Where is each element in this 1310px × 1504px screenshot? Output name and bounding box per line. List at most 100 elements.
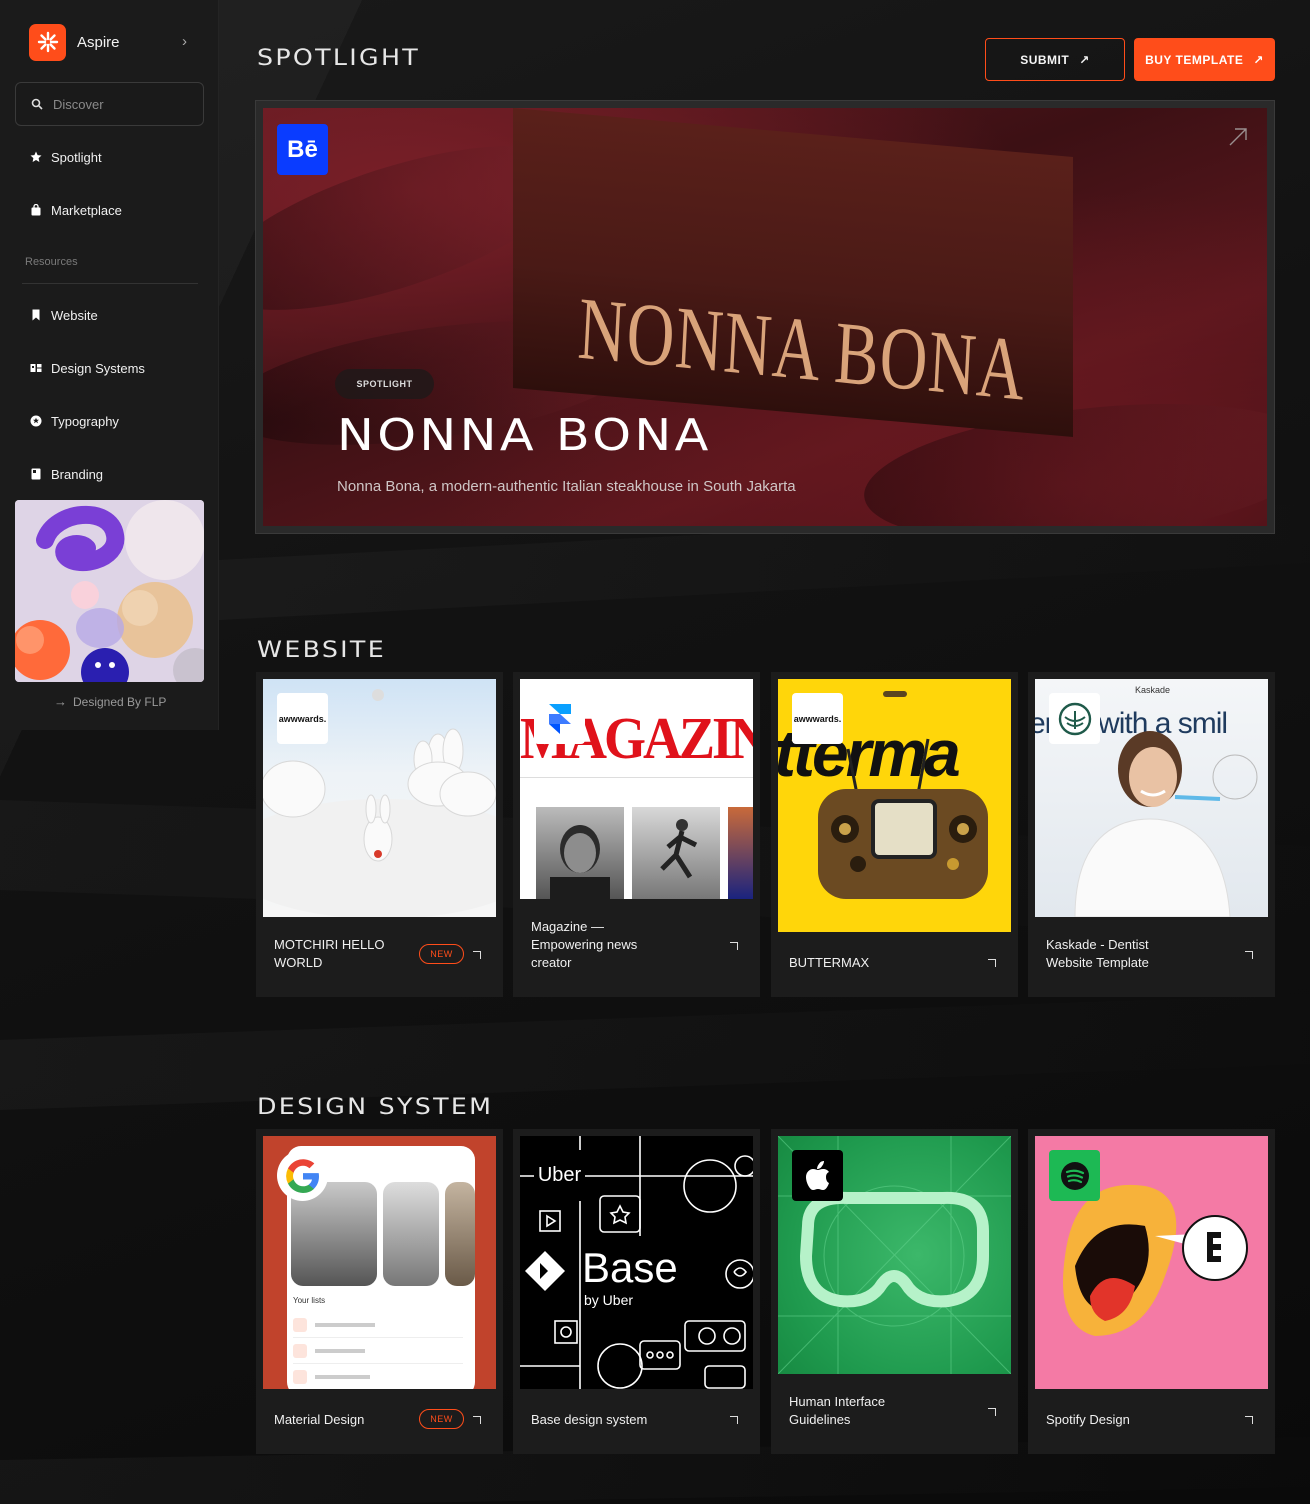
sidebar-item-label: Marketplace <box>51 202 122 218</box>
page: Aspire › Spotlight Marketplace Resources… <box>0 0 1310 1504</box>
corner-arrow-icon <box>473 1416 481 1424</box>
card-thumbnail <box>1035 1136 1268 1389</box>
card-title: Kaskade - Dentist Website Template <box>1046 937 1149 970</box>
corner-arrow-icon <box>988 1408 996 1416</box>
card-title: MOTCHIRI HELLO WORLD <box>274 937 385 970</box>
buy-template-button[interactable]: BUY TEMPLATE ↗ <box>1134 38 1275 81</box>
new-badge: NEW <box>419 944 464 964</box>
sidebar-item-label: Spotlight <box>51 149 102 165</box>
submit-button[interactable]: SUBMIT ↗ <box>985 38 1125 81</box>
framer-icon <box>534 693 585 744</box>
designed-by-link[interactable]: → Designed By FLP <box>54 694 166 709</box>
corner-arrow-icon <box>988 959 996 967</box>
sidebar-item-label: Website <box>51 307 98 323</box>
corner-arrow-icon <box>473 951 481 959</box>
sidebar-item-spotlight[interactable]: Spotlight <box>30 147 102 167</box>
behance-icon: Bē <box>277 124 328 175</box>
athlete-photo <box>632 807 720 899</box>
sidebar-item-typography[interactable]: Typography <box>30 411 119 431</box>
lists-heading: Your lists <box>293 1296 326 1305</box>
divider <box>520 777 753 778</box>
sidebar-item-label: Typography <box>51 413 119 429</box>
card-thumbnail: awwwards. <box>263 679 496 917</box>
side-photo <box>728 807 753 899</box>
photo-tile <box>383 1182 439 1286</box>
base-subtitle: by Uber <box>584 1292 634 1308</box>
new-badge: NEW <box>419 1409 464 1429</box>
hero-subtitle: Nonna Bona, a modern-authentic Italian s… <box>337 478 796 495</box>
hero-image: NONNA BONA Bē SPOTLIGHT NONNA BONA Nonna… <box>263 108 1267 526</box>
star-icon <box>30 151 42 163</box>
brand-switcher[interactable]: Aspire › <box>29 23 199 61</box>
portrait-photo <box>536 807 624 899</box>
sidebar: Aspire › Spotlight Marketplace Resources… <box>0 0 219 730</box>
arrow-up-right-icon: ↗ <box>1253 52 1264 67</box>
card-material-design[interactable]: Your lists Material Design NEW <box>256 1129 503 1454</box>
search-icon <box>31 98 43 110</box>
bookmark-icon <box>30 309 42 321</box>
search-box[interactable] <box>15 82 204 126</box>
card-thumbnail: Base by Uber Uber <box>520 1136 753 1389</box>
card-title: Base design system <box>531 1412 648 1427</box>
photo-tile <box>445 1182 475 1286</box>
awwwards-icon: awwwards. <box>792 693 843 744</box>
sidebar-item-branding[interactable]: Branding <box>30 464 103 484</box>
card-thumbnail: Kaskade entry with a smil <box>1035 679 1268 917</box>
card-title: Magazine — Empowering news creator <box>531 919 638 970</box>
design-system-section-title: DESIGN SYSTEM <box>257 1095 494 1120</box>
card-thumbnail <box>778 1136 1011 1374</box>
card-base-design-system[interactable]: Base by Uber Uber Base design system <box>513 1129 760 1454</box>
components-icon <box>30 362 42 374</box>
card-kaskade[interactable]: Kaskade entry with a smil Kaskade - Dent… <box>1028 672 1275 997</box>
resources-heading: Resources <box>25 256 78 268</box>
card-title: Spotify Design <box>1046 1412 1130 1427</box>
card-thumbnail: Your lists <box>263 1136 496 1389</box>
search-input[interactable] <box>53 96 193 112</box>
card-title: Human Interface Guidelines <box>789 1394 886 1427</box>
uber-icon: Uber <box>534 1150 585 1201</box>
card-thumbnail: tterma awwwards. <box>778 679 1011 932</box>
spotify-icon <box>1049 1150 1100 1201</box>
base-wordmark: Base <box>582 1244 678 1291</box>
brand-name: Aspire <box>77 33 120 51</box>
arrow-up-right-icon[interactable] <box>1227 126 1249 148</box>
spotlight-badge: SPOTLIGHT <box>335 369 434 399</box>
card-thumbnail: MAGAZINE <box>520 679 753 899</box>
type-circle-icon <box>30 415 42 427</box>
spotlight-hero-card[interactable]: NONNA BONA Bē SPOTLIGHT NONNA BONA Nonna… <box>255 100 1275 534</box>
awwwards-icon: awwwards. <box>277 693 328 744</box>
card-title: BUTTERMAX <box>789 955 870 970</box>
sidebar-item-label: Design Systems <box>51 360 145 376</box>
sidebar-item-design-systems[interactable]: Design Systems <box>30 358 145 378</box>
hero-title: NONNA BONA <box>337 410 712 461</box>
chevron-right-icon: › <box>182 33 187 50</box>
card-human-interface-guidelines[interactable]: Human Interface Guidelines <box>771 1129 1018 1454</box>
buy-template-button-label: BUY TEMPLATE <box>1145 52 1244 67</box>
card-motchiri[interactable]: awwwards. MOTCHIRI HELLO WORLD NEW <box>256 672 503 997</box>
arrow-right-icon: → <box>54 694 67 709</box>
card-title: Material Design <box>274 1412 365 1427</box>
corner-arrow-icon <box>730 1416 738 1424</box>
card-magazine[interactable]: MAGAZINE Magazine — Empowering news crea… <box>513 672 760 997</box>
sidebar-item-marketplace[interactable]: Marketplace <box>30 200 122 220</box>
featured-artwork-image[interactable] <box>15 500 204 682</box>
corner-arrow-icon <box>730 942 738 950</box>
brand-logo-icon <box>29 23 66 61</box>
card-buttermax[interactable]: tterma awwwards. BUTTERMAX <box>771 672 1018 997</box>
arrow-up-right-icon: ↗ <box>1079 52 1090 67</box>
bag-icon <box>30 204 42 216</box>
sidebar-item-label: Branding <box>51 466 104 482</box>
corner-arrow-icon <box>1245 1416 1253 1424</box>
kaskade-icon <box>1049 693 1100 744</box>
sidebar-item-website[interactable]: Website <box>30 305 98 325</box>
page-title: SPOTLIGHT <box>257 46 421 71</box>
bg-streak <box>0 994 1310 1110</box>
card-spotify-design[interactable]: Spotify Design <box>1028 1129 1275 1454</box>
designed-by-label: Designed By FLP <box>73 694 167 709</box>
book-icon <box>30 468 42 480</box>
google-icon <box>277 1150 328 1201</box>
divider <box>22 283 198 284</box>
list-items <box>293 1312 463 1389</box>
submit-button-label: SUBMIT <box>1020 52 1070 67</box>
apple-icon <box>792 1150 843 1201</box>
